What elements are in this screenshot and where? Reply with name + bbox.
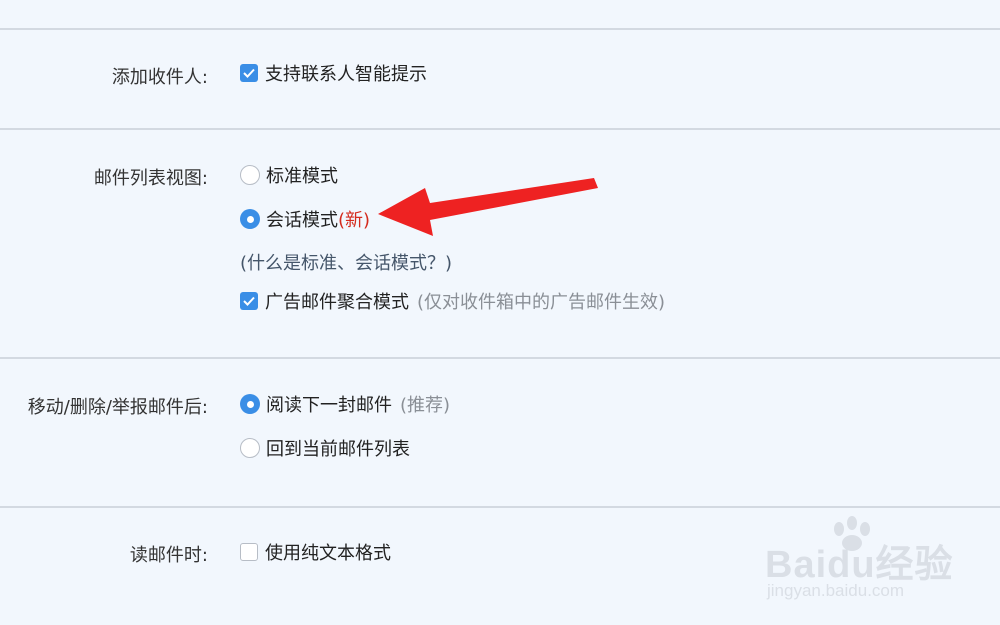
mail-list-view-label: 邮件列表视图: — [93, 168, 208, 189]
standard-mode-option[interactable]: 标准模式 — [240, 162, 338, 188]
radio-unchecked-icon[interactable] — [240, 165, 260, 185]
radio-checked-icon[interactable] — [240, 394, 260, 414]
divider — [0, 357, 1000, 359]
ad-aggregation-option[interactable]: 广告邮件聚合模式 (仅对收件箱中的广告邮件生效) — [240, 288, 665, 314]
read-next-label: 阅读下一封邮件 — [266, 395, 392, 416]
plain-text-label: 使用纯文本格式 — [265, 543, 391, 564]
divider — [0, 506, 1000, 508]
add-recipient-label: 添加收件人: — [111, 67, 208, 88]
after-action-label: 移动/删除/举报邮件后: — [27, 397, 208, 418]
checkbox-unchecked-icon[interactable] — [240, 543, 258, 561]
read-next-option[interactable]: 阅读下一封邮件 (推荐) — [240, 391, 450, 417]
radio-unchecked-icon[interactable] — [240, 438, 260, 458]
back-to-list-label: 回到当前邮件列表 — [266, 439, 410, 460]
ad-aggregation-hint: (仅对收件箱中的广告邮件生效) — [417, 292, 666, 313]
mode-help-link[interactable]: (什么是标准、会话模式？) — [240, 249, 452, 275]
standard-mode-label: 标准模式 — [266, 166, 338, 187]
mail-settings-page: 添加收件人: 支持联系人智能提示 邮件列表视图: 标准模式 会话模式 (新) (… — [0, 0, 1000, 625]
ad-aggregation-label: 广告邮件聚合模式 — [265, 292, 409, 313]
checkbox-checked-icon[interactable] — [240, 64, 258, 82]
smart-contact-suggest-option[interactable]: 支持联系人智能提示 — [240, 60, 427, 86]
checkbox-checked-icon[interactable] — [240, 292, 258, 310]
watermark-brand: Baidu经验 — [765, 544, 954, 586]
recommended-hint: (推荐) — [400, 395, 451, 416]
divider — [0, 128, 1000, 130]
watermark-url: jingyan.baidu.com — [767, 581, 905, 600]
divider — [0, 28, 1000, 30]
baidu-jingyan-watermark: Baidu经验 jingyan.baidu.com — [765, 515, 955, 605]
radio-checked-icon[interactable] — [240, 209, 260, 229]
smart-contact-suggest-label: 支持联系人智能提示 — [265, 64, 427, 85]
back-to-list-option[interactable]: 回到当前邮件列表 — [240, 435, 410, 461]
conversation-mode-label: 会话模式 — [266, 210, 338, 231]
plain-text-option[interactable]: 使用纯文本格式 — [240, 539, 391, 565]
conversation-mode-option[interactable]: 会话模式 (新) — [240, 206, 370, 232]
reading-mail-label: 读邮件时: — [129, 545, 208, 566]
new-badge: (新) — [338, 210, 371, 231]
